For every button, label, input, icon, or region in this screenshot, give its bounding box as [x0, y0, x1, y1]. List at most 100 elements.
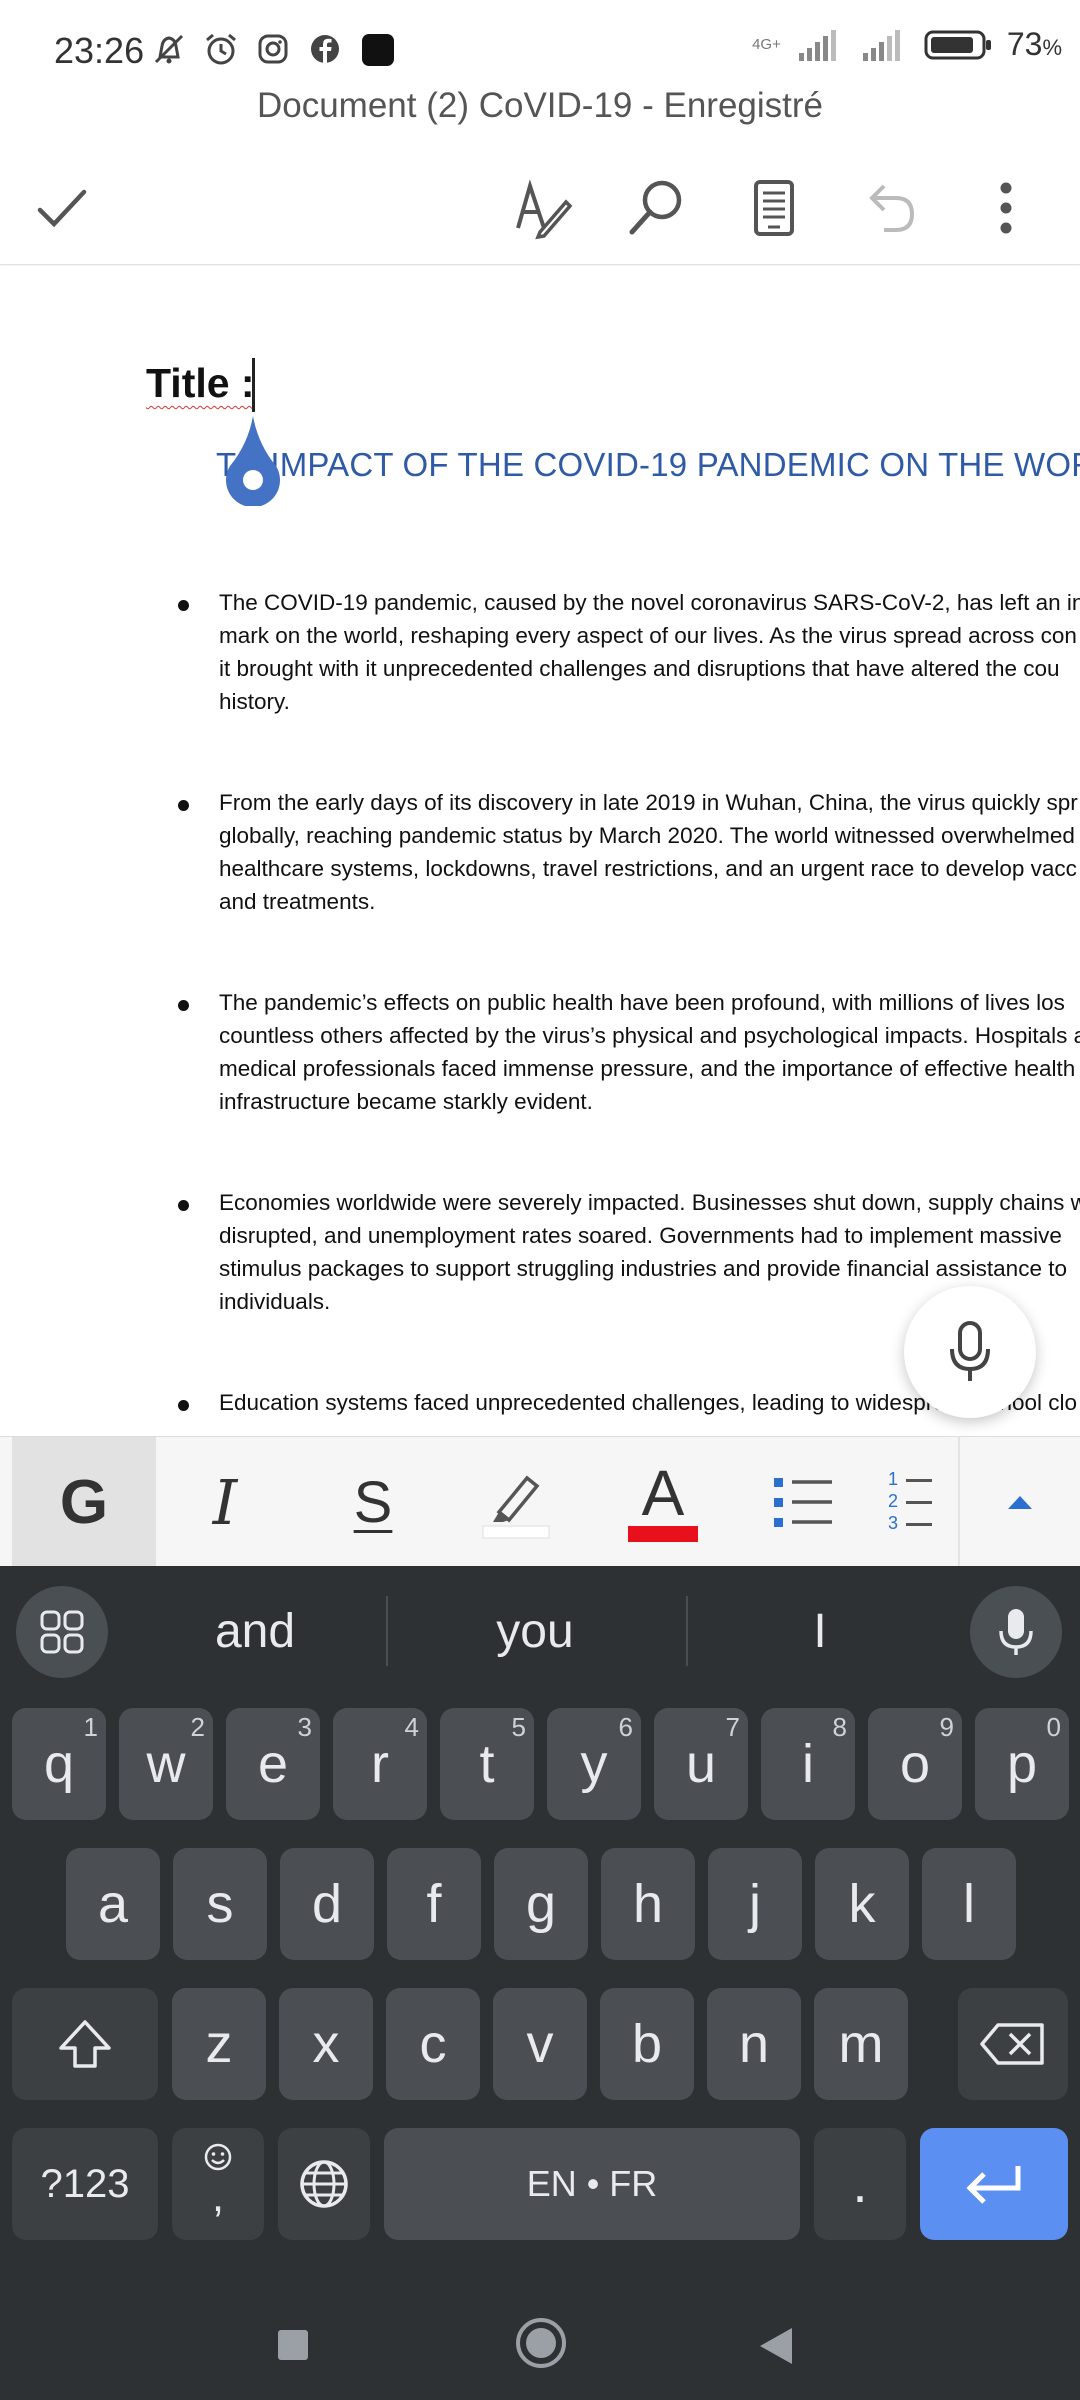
caret-up-icon: [1008, 1496, 1032, 1509]
shift-icon: [59, 2020, 111, 2068]
undo-button[interactable]: [852, 170, 928, 246]
keyboard-menu-button[interactable]: [16, 1586, 108, 1678]
bell-muted-icon: [154, 34, 184, 64]
alarm-icon: [206, 33, 236, 65]
key-s[interactable]: s: [173, 1848, 267, 1960]
key-o[interactable]: o9: [868, 1708, 962, 1820]
key-e[interactable]: e3: [226, 1708, 320, 1820]
microphone-icon: [950, 1321, 990, 1381]
space-key[interactable]: EN • FR: [384, 2128, 800, 2240]
dictate-button[interactable]: [904, 1286, 1036, 1418]
key-r[interactable]: r4: [333, 1708, 427, 1820]
instagram-icon: [258, 34, 288, 64]
key-h[interactable]: h: [601, 1848, 695, 1960]
key-u[interactable]: u7: [654, 1708, 748, 1820]
list-number: 1: [888, 1469, 899, 1489]
font-color-button[interactable]: A: [598, 1437, 728, 1567]
underline-button[interactable]: S: [308, 1437, 438, 1567]
expand-ribbon-button[interactable]: [970, 1437, 1070, 1567]
network-type: 4G+: [752, 36, 781, 53]
backspace-key[interactable]: [958, 1988, 1068, 2100]
highlight-button[interactable]: [452, 1437, 582, 1567]
text-line: stimulus packages to support struggling …: [219, 1256, 1067, 1281]
key-n[interactable]: n: [707, 1988, 801, 2100]
list-number: 3: [888, 1513, 899, 1533]
key-hint: 2: [190, 1712, 205, 1742]
key-label: o: [899, 1734, 931, 1794]
text-line: From the early days of its discovery in …: [219, 790, 1078, 815]
done-button[interactable]: [24, 170, 100, 246]
numbered-list-icon: 1 2 3: [888, 1469, 938, 1535]
key-hint: 1: [83, 1712, 98, 1742]
voice-input-button[interactable]: [970, 1586, 1062, 1678]
text-cursor: [252, 358, 255, 412]
period-key[interactable]: .: [814, 2128, 906, 2240]
key-w[interactable]: w2: [119, 1708, 213, 1820]
reading-view-button[interactable]: [736, 170, 812, 246]
suggestion-item[interactable]: you: [400, 1566, 670, 1696]
main-title-text: IMPACT OF THE COVID-19 PANDEMIC ON THE W…: [270, 446, 1080, 483]
bullet-dot: [178, 1200, 189, 1211]
language-key[interactable]: [278, 2128, 370, 2240]
key-q[interactable]: q1: [12, 1708, 106, 1820]
suggestion-divider: [686, 1596, 688, 1666]
suggestion-item[interactable]: and: [130, 1566, 380, 1696]
emoji-icon: [204, 2143, 232, 2171]
text-line: Economies worldwide were severely impact…: [219, 1190, 1080, 1215]
key-m[interactable]: m: [814, 1988, 908, 2100]
key-d[interactable]: d: [280, 1848, 374, 1960]
key-b[interactable]: b: [600, 1988, 694, 2100]
bullet-list-button[interactable]: [738, 1437, 868, 1567]
key-z[interactable]: z: [172, 1988, 266, 2100]
system-navigation-bar: [0, 2290, 1080, 2400]
checkmark-icon: [37, 189, 87, 228]
bullet-list-icon: [774, 1478, 832, 1527]
text-line: it brought with it unprecedented challen…: [219, 656, 1060, 681]
key-y[interactable]: y6: [547, 1708, 641, 1820]
battery-percent: 73%: [1006, 26, 1062, 62]
shift-key[interactable]: [12, 1988, 158, 2100]
key-p[interactable]: p0: [975, 1708, 1069, 1820]
key-k[interactable]: k: [815, 1848, 909, 1960]
recents-button[interactable]: [276, 2328, 310, 2362]
back-button[interactable]: [758, 2326, 794, 2366]
reading-view-icon: [754, 180, 794, 236]
key-a[interactable]: a: [66, 1848, 160, 1960]
key-j[interactable]: j: [708, 1848, 802, 1960]
more-options-button[interactable]: [968, 170, 1044, 246]
status-bar: 23:26 4G+ 73%: [0, 0, 1080, 100]
key-x[interactable]: x: [279, 1988, 373, 2100]
key-hint: 4: [404, 1712, 419, 1742]
home-button[interactable]: [514, 2316, 568, 2370]
key-c[interactable]: c: [386, 1988, 480, 2100]
key-hint: 7: [725, 1712, 740, 1742]
key-g[interactable]: g: [494, 1848, 588, 1960]
key-label: w: [146, 1734, 186, 1794]
numbered-list-button[interactable]: 1 2 3: [868, 1437, 958, 1567]
italic-button[interactable]: I: [160, 1437, 290, 1567]
bullet-dot: [178, 600, 189, 611]
key-hint: 5: [511, 1712, 526, 1742]
key-l[interactable]: l: [922, 1848, 1016, 1960]
cursor-drag-handle[interactable]: [222, 414, 284, 506]
heading-label[interactable]: Title :: [146, 360, 255, 407]
suggestion-item[interactable]: I: [700, 1566, 940, 1696]
text-line: The COVID-19 pandemic, caused by the nov…: [219, 590, 1080, 615]
key-i[interactable]: i8: [761, 1708, 855, 1820]
key-f[interactable]: f: [387, 1848, 481, 1960]
soft-keyboard: and you I ?123 , EN • FR . q 1 w 2 e 3 r…: [0, 1566, 1080, 2290]
symbols-key[interactable]: ?123: [12, 2128, 158, 2240]
key-t[interactable]: t5: [440, 1708, 534, 1820]
enter-key[interactable]: [920, 2128, 1068, 2240]
document-canvas[interactable]: Title : T IMPACT OF THE COVID-19 PANDEMIC…: [0, 266, 1080, 1436]
text-line: The pandemic’s effects on public health …: [219, 990, 1065, 1015]
key-label: p: [1006, 1734, 1038, 1794]
main-title[interactable]: T IMPACT OF THE COVID-19 PANDEMIC ON THE …: [216, 446, 1080, 484]
bold-button[interactable]: G: [12, 1437, 156, 1567]
highlighter-icon: [482, 1475, 550, 1539]
search-button[interactable]: [618, 170, 694, 246]
key-v[interactable]: v: [493, 1988, 587, 2100]
undo-icon: [869, 184, 915, 232]
draw-button[interactable]: [504, 170, 580, 246]
emoji-comma-key[interactable]: ,: [172, 2128, 264, 2240]
